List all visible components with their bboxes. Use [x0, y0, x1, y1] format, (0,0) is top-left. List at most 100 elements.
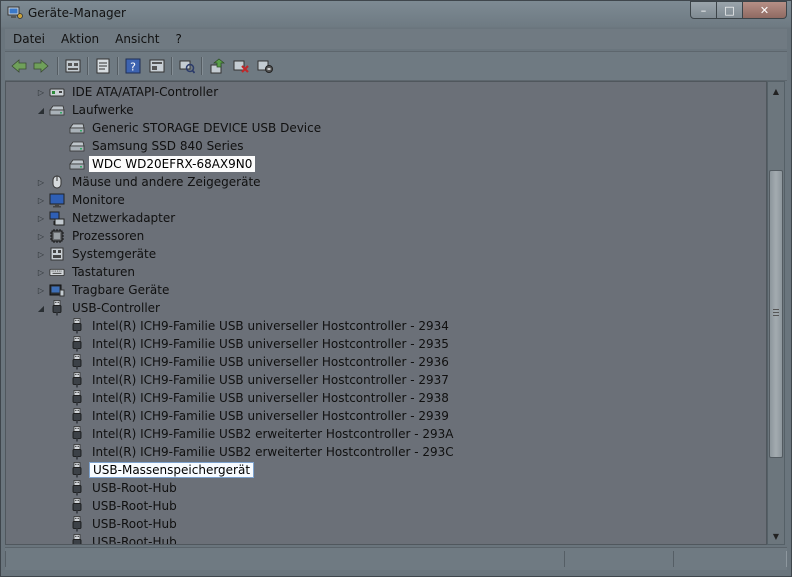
scan-hardware-button[interactable]	[177, 56, 197, 76]
expand-arrow-icon[interactable]: ▷	[36, 87, 46, 97]
usb-icon	[69, 354, 85, 370]
window-title: Geräte-Manager	[28, 6, 126, 20]
back-button[interactable]	[9, 56, 29, 76]
network-adapter-icon	[49, 210, 65, 226]
menu-ansicht[interactable]: Ansicht	[107, 32, 167, 46]
device-label: Monitore	[72, 193, 125, 207]
device-item[interactable]: Intel(R) ICH9-Familie USB2 erweiterter H…	[56, 443, 457, 461]
grip-icon	[773, 309, 779, 316]
device-item[interactable]: WDC WD20EFRX-68AX9N0	[56, 155, 256, 173]
usb-icon	[49, 300, 65, 316]
device-item[interactable]: Samsung SSD 840 Series	[56, 137, 246, 155]
toolbar-separator	[57, 57, 59, 75]
mouse-icon	[49, 174, 65, 190]
disk-drive-icon	[69, 120, 85, 136]
menu-aktion[interactable]: Aktion	[53, 32, 107, 46]
device-item[interactable]: USB-Root-Hub	[56, 479, 180, 497]
usb-icon	[69, 372, 85, 388]
device-category[interactable]: ▷ Netzwerkadapter	[36, 209, 178, 227]
expand-arrow-icon[interactable]: ▷	[36, 267, 46, 277]
device-tree[interactable]: ▷ IDE ATA/ATAPI-Controller ◢ Laufwerke Gener…	[5, 81, 767, 545]
device-label: Intel(R) ICH9-Familie USB universeller H…	[92, 337, 449, 351]
device-label: Tragbare Geräte	[72, 283, 170, 297]
device-label: Netzwerkadapter	[72, 211, 176, 225]
usb-icon	[69, 498, 85, 514]
device-category[interactable]: ▷ Mäuse und andere Zeigegeräte	[36, 173, 264, 191]
device-category[interactable]: ◢ Laufwerke	[36, 101, 137, 119]
scrollbar-thumb[interactable]	[769, 170, 783, 458]
forward-button[interactable]	[31, 56, 51, 76]
scroll-down-button[interactable]: ▼	[768, 528, 784, 544]
maximize-button[interactable]: □	[717, 1, 743, 19]
device-category[interactable]: ▷ Systemgeräte	[36, 245, 159, 263]
device-category[interactable]: ◢ USB-Controller	[36, 299, 163, 317]
device-item[interactable]: Intel(R) ICH9-Familie USB universeller H…	[56, 335, 452, 353]
details-icon	[149, 59, 165, 73]
close-icon: ✕	[759, 3, 770, 17]
close-button[interactable]: ✕	[743, 1, 787, 19]
expand-arrow-icon[interactable]: ▷	[36, 231, 46, 241]
properties-icon	[96, 58, 110, 74]
back-icon	[11, 59, 27, 73]
collapse-arrow-icon[interactable]: ◢	[36, 105, 46, 115]
computer-view-button[interactable]	[63, 56, 83, 76]
minimize-icon: –	[700, 3, 707, 17]
uninstall-button[interactable]	[231, 56, 251, 76]
disable-button[interactable]	[255, 56, 275, 76]
expand-arrow-icon[interactable]: ▷	[36, 195, 46, 205]
device-label: Tastaturen	[72, 265, 135, 279]
minimize-button[interactable]: –	[690, 1, 717, 19]
device-item[interactable]: Intel(R) ICH9-Familie USB universeller H…	[56, 317, 452, 335]
scan-hardware-icon	[179, 60, 195, 74]
expand-arrow-icon[interactable]: ▷	[36, 177, 46, 187]
menu-datei[interactable]: Datei	[5, 32, 53, 46]
expand-arrow-icon[interactable]: ▷	[36, 285, 46, 295]
expand-arrow-icon[interactable]: ▷	[36, 213, 46, 223]
expand-arrow-icon[interactable]: ▷	[36, 249, 46, 259]
device-item[interactable]: Intel(R) ICH9-Familie USB universeller H…	[56, 407, 452, 425]
device-category[interactable]: ▷ Monitore	[36, 191, 128, 209]
device-item[interactable]: Intel(R) ICH9-Familie USB2 erweiterter H…	[56, 425, 456, 443]
ide-controller-icon	[49, 84, 65, 100]
title-bar[interactable]: Geräte-Manager – □ ✕	[1, 1, 791, 27]
usb-icon	[69, 516, 85, 532]
help-button[interactable]: ?	[123, 56, 143, 76]
usb-icon	[69, 462, 85, 478]
menu-help[interactable]: ?	[167, 32, 189, 46]
usb-icon	[69, 336, 85, 352]
device-item[interactable]: USB-Massenspeichergerät	[56, 461, 255, 479]
device-item[interactable]: Intel(R) ICH9-Familie USB universeller H…	[56, 371, 452, 389]
usb-icon	[69, 408, 85, 424]
device-item[interactable]: USB-Root-Hub	[56, 515, 180, 533]
disk-drive-icon	[49, 102, 65, 118]
details-button[interactable]	[147, 56, 167, 76]
device-item[interactable]: Intel(R) ICH9-Familie USB universeller H…	[56, 353, 452, 371]
device-item[interactable]: USB-Root-Hub	[56, 533, 180, 544]
device-category[interactable]: ▷ Tastaturen	[36, 263, 138, 281]
vertical-scrollbar[interactable]: ▲ ▼	[767, 81, 785, 545]
device-label: Intel(R) ICH9-Familie USB universeller H…	[92, 409, 449, 423]
processor-icon	[49, 228, 65, 244]
device-label: Intel(R) ICH9-Familie USB2 erweiterter H…	[92, 445, 454, 459]
update-driver-icon	[210, 58, 225, 74]
computer-view-icon	[65, 59, 81, 73]
disk-drive-icon	[69, 156, 85, 172]
device-category[interactable]: ▷ Tragbare Geräte	[36, 281, 172, 299]
device-category[interactable]: ▷ IDE ATA/ATAPI-Controller	[36, 83, 221, 101]
uninstall-icon	[233, 60, 249, 73]
device-item[interactable]: USB-Root-Hub	[56, 497, 180, 515]
disable-icon	[257, 60, 273, 73]
properties-button[interactable]	[93, 56, 113, 76]
update-driver-button[interactable]	[207, 56, 227, 76]
scroll-up-button[interactable]: ▲	[768, 83, 784, 99]
collapse-arrow-icon[interactable]: ◢	[36, 303, 46, 313]
device-item[interactable]: Intel(R) ICH9-Familie USB universeller H…	[56, 389, 452, 407]
device-category[interactable]: ▷ Prozessoren	[36, 227, 147, 245]
device-item[interactable]: Generic STORAGE DEVICE USB Device	[56, 119, 324, 137]
